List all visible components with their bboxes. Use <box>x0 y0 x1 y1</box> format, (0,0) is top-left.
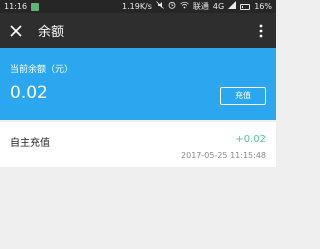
mute-icon <box>156 0 164 13</box>
balance-label: 当前余额（元） <box>10 65 74 75</box>
signal-icon <box>228 0 237 13</box>
transaction-amount: +0.02 <box>235 134 266 145</box>
notification-app-icon <box>31 2 40 11</box>
app-bar: 余额 <box>0 13 276 48</box>
recharge-button[interactable]: 充值 <box>220 87 266 105</box>
transaction-title: 自主充值 <box>10 138 50 149</box>
battery-level: 16% <box>254 2 272 11</box>
transaction-time: 2017-05-25 11:15:48 <box>181 151 266 160</box>
wifi-icon <box>180 0 189 13</box>
network-type: 4G <box>212 2 225 11</box>
more-options-icon[interactable] <box>254 23 268 39</box>
battery-icon <box>240 3 251 10</box>
alarm-icon <box>168 0 176 13</box>
transaction-row[interactable]: 自主充值 +0.02 2017-05-25 11:15:48 <box>0 122 276 167</box>
carrier-label: 联通 <box>192 2 209 11</box>
page-title: 余额 <box>38 25 65 40</box>
network-speed: 1.19K/s <box>122 2 152 11</box>
balance-card: 当前余额（元） 0.02 充值 <box>0 48 276 120</box>
status-time: 11:16 <box>4 2 28 11</box>
close-icon[interactable] <box>8 23 24 39</box>
status-bar: 11:16 1.19K/s 联通 4G 16% <box>0 0 276 13</box>
